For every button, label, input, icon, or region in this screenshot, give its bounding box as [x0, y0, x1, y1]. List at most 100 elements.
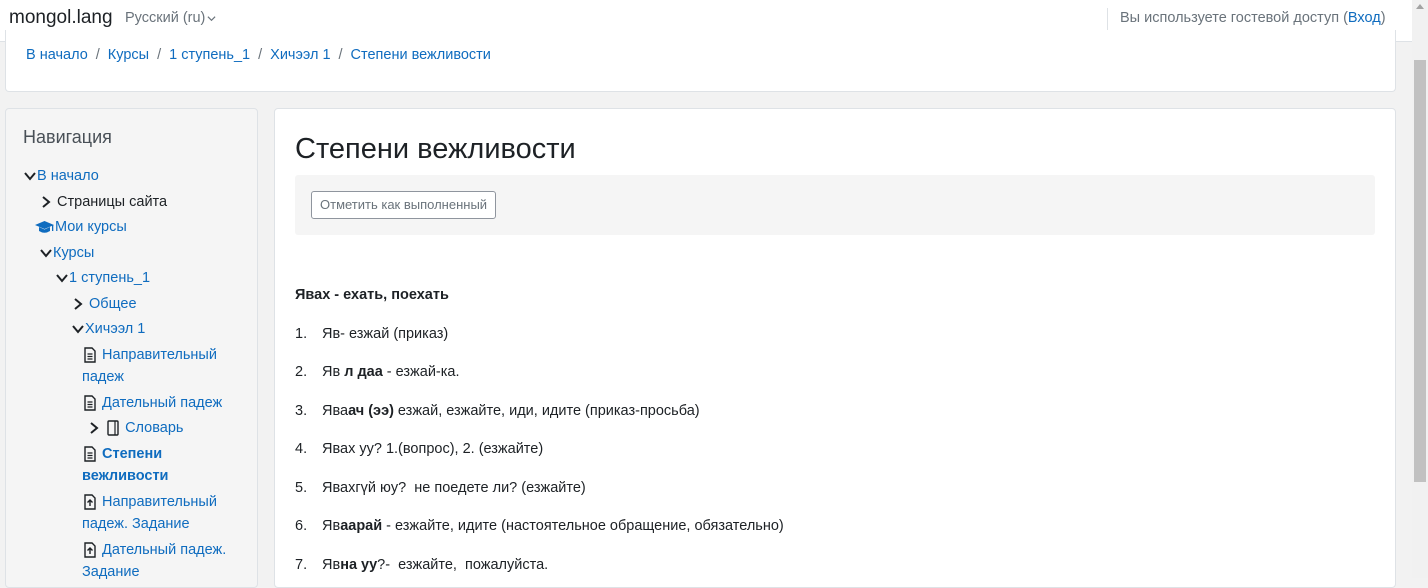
nav-item-glossary[interactable]: Словарь — [87, 417, 183, 439]
nav-item-label: Хичээл 1 — [85, 321, 146, 337]
line-text: Явахгүй юу? не поедете ли? (езжайте) — [322, 480, 586, 496]
chevron-right-icon — [90, 422, 99, 434]
line-number: 2. — [295, 364, 308, 380]
guest-access-text: Вы используете гостевой доступ ( — [1120, 10, 1348, 26]
nav-item-home[interactable]: В начало — [23, 165, 99, 187]
main-content: Степени вежливости Отметить как выполнен… — [274, 108, 1396, 588]
site-brand[interactable]: mongol.lang — [9, 7, 113, 29]
nav-item-label-line1: Дательный падеж. — [102, 542, 227, 558]
nav-item-label-line1: Степени — [102, 446, 163, 462]
content-line: 1. Яв- езжай (приказ) — [295, 326, 448, 342]
nav-item-courses[interactable]: Курсы — [39, 242, 94, 264]
page-icon — [84, 347, 96, 363]
nav-item-directional-assignment[interactable]: Направительный падеж. Задание — [82, 491, 217, 535]
nav-item-dative-assignment[interactable]: Дательный падеж. Задание — [82, 539, 226, 583]
assignment-icon — [84, 542, 96, 558]
mark-as-done-button[interactable]: Отметить как выполненный — [311, 191, 497, 219]
breadcrumb-separator: / — [95, 47, 100, 63]
glossary-icon — [107, 420, 119, 436]
completion-info: Отметить как выполненный — [295, 175, 1375, 235]
nav-item-dative-case[interactable]: Дательный падеж — [82, 392, 222, 414]
nav-item-directional-case[interactable]: Направительный падеж — [82, 344, 217, 388]
breadcrumb-courses[interactable]: Курсы — [108, 47, 149, 63]
nav-item-label: Мои курсы — [55, 219, 127, 235]
breadcrumb-container: В начало / Курсы / 1 ступень_1 / Хичээл 1 / Степ… — [5, 30, 1396, 92]
line-text: Яв — [322, 364, 345, 380]
breadcrumb-lesson[interactable]: Хичээл 1 — [270, 47, 330, 63]
line-text: Яв — [322, 557, 341, 573]
nav-item-label-line2: падеж. Задание — [82, 516, 190, 532]
nav-item-label-line1: Направительный — [102, 494, 217, 510]
breadcrumb-separator: / — [258, 47, 263, 63]
line-text-bold: л даа — [344, 364, 383, 380]
navbar-divider — [1107, 8, 1108, 30]
line-number: 1. — [295, 326, 308, 342]
breadcrumb-separator: / — [338, 47, 343, 63]
content-line: 2. Яв л даа - езжай-ка. — [295, 364, 460, 380]
language-menu[interactable]: Русский (ru) — [125, 10, 216, 26]
breadcrumb: В начало / Курсы / 1 ступень_1 / Хичээл 1 / Степ… — [26, 47, 491, 63]
guest-access-close: ) — [1380, 10, 1386, 26]
nav-item-label-line2: падеж — [82, 369, 124, 385]
line-text: - езжай-ка. — [382, 364, 460, 380]
nav-item-label: Дательный падеж — [102, 395, 223, 411]
nav-item-label: Курсы — [53, 245, 95, 261]
line-text: езжай, езжайте, иди, идите (приказ-прось… — [393, 403, 700, 419]
language-label: Русский (ru) — [125, 10, 206, 26]
line-text: Яв — [322, 518, 341, 534]
line-number: 7. — [295, 557, 308, 573]
line-number: 6. — [295, 518, 308, 534]
nav-item-site-pages[interactable]: Страницы сайта — [39, 191, 167, 213]
login-link[interactable]: Вход — [1348, 10, 1381, 26]
scroll-up-arrow-icon[interactable] — [1416, 4, 1424, 9]
breadcrumb-current[interactable]: Степени вежливости — [351, 47, 491, 63]
content-line: 7. Явна уу?- езжайте, пожалуйста. — [295, 557, 548, 573]
navigation-block: Навигация В начало Страницы сайта Мои ку… — [5, 108, 258, 588]
chevron-down-icon — [40, 249, 52, 258]
navigation-title: Навигация — [23, 127, 112, 147]
chevron-down-icon — [56, 274, 68, 283]
breadcrumb-home[interactable]: В начало — [26, 47, 88, 63]
nav-item-label: Страницы сайта — [57, 194, 168, 210]
nav-item-general[interactable]: Общее — [71, 293, 137, 315]
line-text: ?- езжайте, пожалуйста. — [377, 557, 549, 573]
line-number: 3. — [295, 403, 308, 419]
nav-item-label-line2: вежливости — [82, 468, 169, 484]
line-text: - езжайте, идите (настоятельное обращени… — [382, 518, 784, 534]
graduation-cap-icon — [35, 220, 54, 233]
content-line: 6. Яваарай - езжайте, идите (настоятельно… — [295, 518, 784, 534]
breadcrumb-course[interactable]: 1 ступень_1 — [169, 47, 250, 63]
chevron-right-icon — [74, 298, 83, 310]
line-number: 4. — [295, 441, 308, 457]
nav-item-label: 1 ступень_1 — [69, 270, 151, 286]
line-text-bold: на уу — [340, 557, 378, 573]
nav-item-my-courses[interactable]: Мои курсы — [34, 216, 127, 238]
nav-item-label: Словарь — [125, 420, 184, 436]
chevron-down-icon — [24, 172, 36, 181]
scrollbar-thumb[interactable] — [1414, 60, 1426, 482]
nav-item-course-1[interactable]: 1 ступень_1 — [55, 267, 150, 289]
assignment-icon — [84, 494, 96, 510]
guest-access-notice: Вы используете гостевой доступ (Вход) — [1120, 10, 1386, 26]
content-line: 3. Яваач (ээ) езжай, езжайте, иди, идите … — [295, 403, 700, 419]
page-icon — [84, 446, 96, 462]
nav-item-label: Общее — [89, 296, 137, 312]
line-text: Явах уу? 1.(вопрос), 2. (езжайте) — [322, 441, 544, 457]
nav-item-lesson-1[interactable]: Хичээл 1 — [71, 318, 145, 340]
line-text: Ява — [322, 403, 349, 419]
line-text-bold: ач (ээ) — [348, 403, 394, 419]
page-scrollbar[interactable] — [1412, 0, 1428, 578]
breadcrumb-separator: / — [157, 47, 162, 63]
chevron-down-icon — [207, 15, 216, 21]
line-number: 5. — [295, 480, 308, 496]
line-text: Яв- езжай (приказ) — [322, 326, 449, 342]
content-heading: Явах - ехать, поехать — [295, 287, 449, 303]
chevron-right-icon — [42, 196, 51, 208]
page-icon — [84, 395, 96, 411]
nav-item-label: В начало — [37, 168, 99, 184]
content-line: 4. Явах уу? 1.(вопрос), 2. (езжайте) — [295, 441, 543, 457]
page-title: Степени вежливости — [295, 133, 576, 165]
line-text-bold: аарай — [340, 518, 383, 534]
nav-item-politeness-current[interactable]: Степени вежливости — [82, 443, 168, 487]
content-line: 5. Явахгүй юу? не поедете ли? (езжайте) — [295, 480, 586, 496]
